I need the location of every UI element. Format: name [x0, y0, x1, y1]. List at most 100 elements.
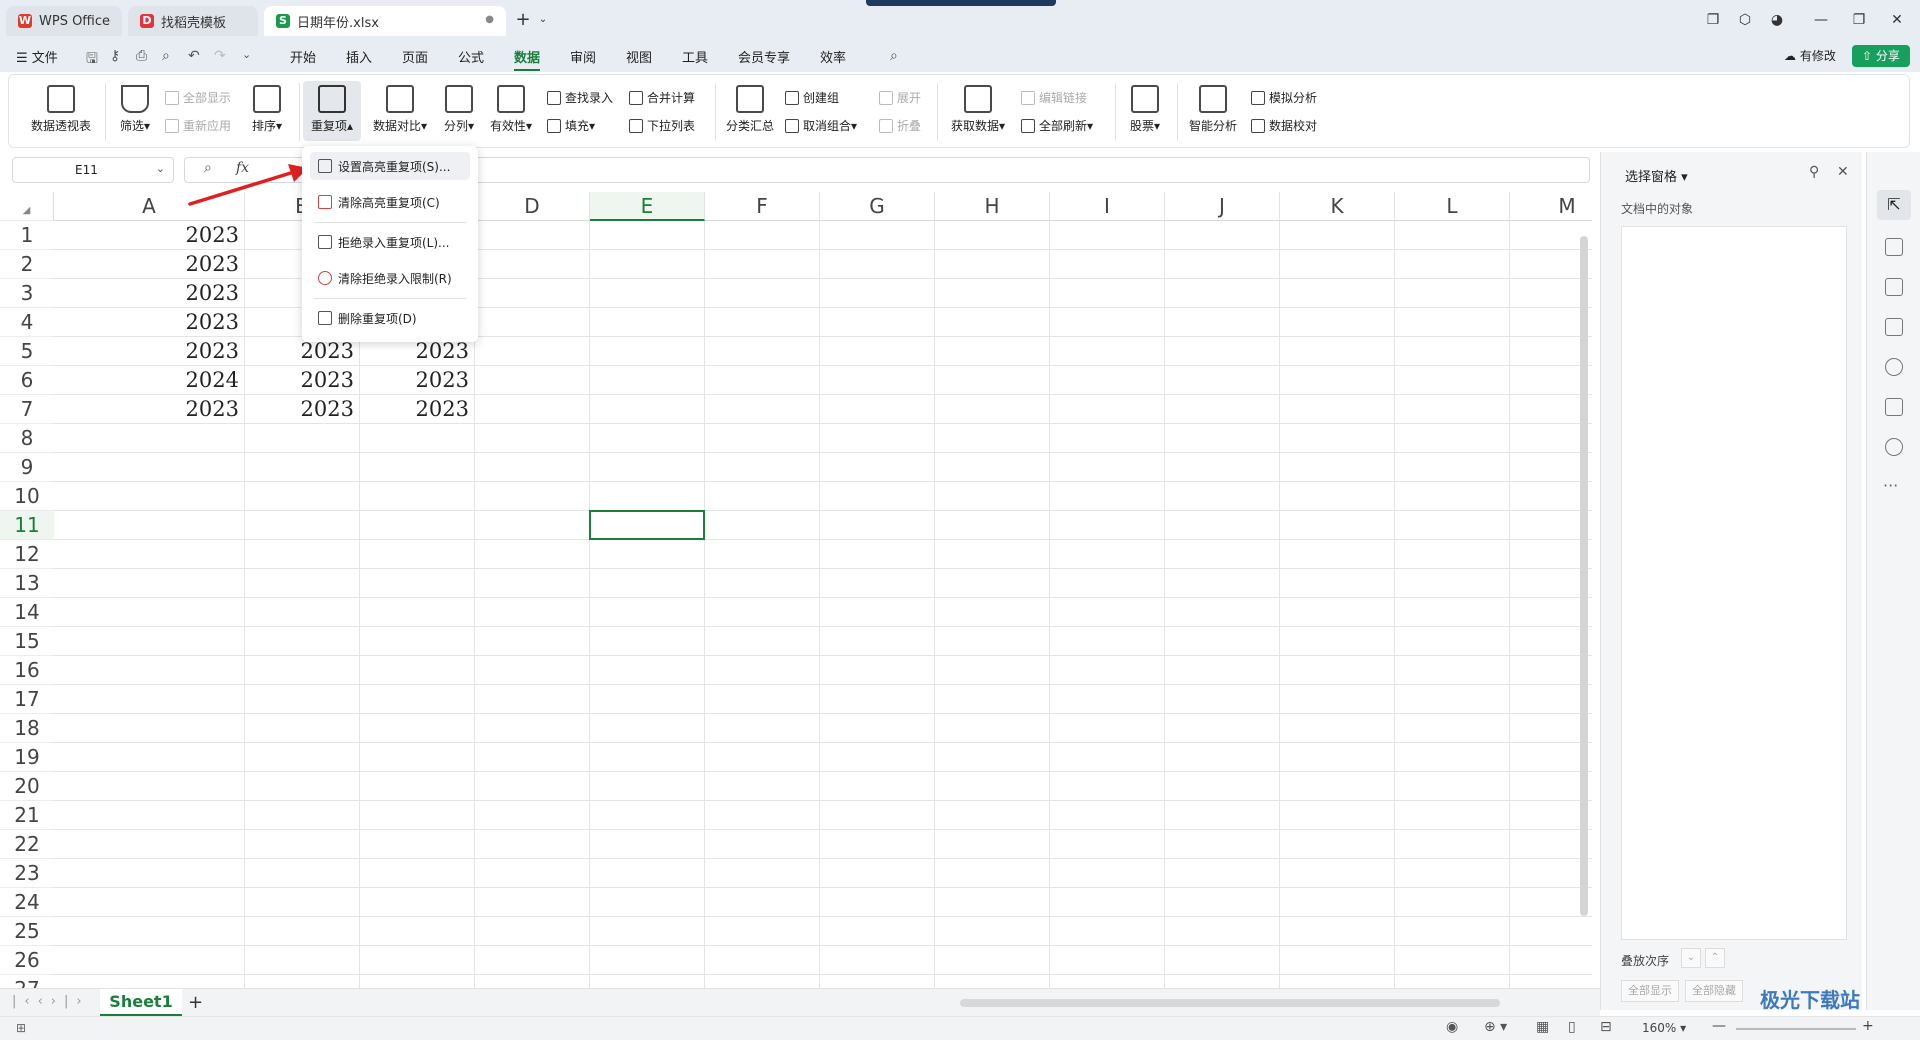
row-header-14[interactable]: 14	[0, 598, 54, 627]
validity-button[interactable]: 有效性▾	[485, 85, 537, 134]
menu-insert[interactable]: 插入	[346, 47, 372, 66]
simulate-analysis-button[interactable]: 模拟分析	[1251, 89, 1317, 106]
row-header-20[interactable]: 20	[0, 772, 54, 801]
menu-member[interactable]: 会员专享	[738, 47, 790, 66]
zoom-slider[interactable]	[1736, 1028, 1856, 1030]
name-box-chevron-icon[interactable]: ⌄	[156, 162, 165, 175]
delete-duplicates-item[interactable]: 删除重复项(D)	[310, 304, 470, 332]
move-up-button[interactable]: ⌃	[1705, 948, 1725, 968]
active-cell-selection[interactable]	[589, 510, 705, 540]
cell-a4[interactable]: 2023	[54, 308, 245, 337]
cell-a2[interactable]: 2023	[54, 250, 245, 279]
reapply-button[interactable]: 重新应用	[165, 117, 231, 134]
tab-list-chevron-icon[interactable]: ⌄	[532, 10, 554, 30]
create-group-button[interactable]: 创建组	[785, 89, 839, 106]
pivot-table-button[interactable]: 数据透视表	[29, 85, 93, 134]
print-icon[interactable]: ⎙	[136, 48, 147, 64]
row-header-12[interactable]: 12	[0, 540, 54, 569]
row-header-26[interactable]: 26	[0, 946, 54, 975]
close-pane-icon[interactable]: ✕	[1837, 164, 1849, 180]
search-icon[interactable]: ⌕	[890, 48, 898, 64]
column-header-i[interactable]: I	[1050, 192, 1165, 221]
row-header-16[interactable]: 16	[0, 656, 54, 685]
cell-a3[interactable]: 2023	[54, 279, 245, 308]
cell-b7[interactable]: 2023	[245, 395, 360, 424]
show-all-button[interactable]: 全部显示	[165, 89, 231, 106]
objects-list[interactable]	[1621, 226, 1847, 940]
add-sheet-button[interactable]: +	[188, 992, 203, 1013]
minimize-icon[interactable]: —	[1810, 10, 1832, 30]
restore-layout-icon[interactable]: ❐	[1702, 10, 1724, 30]
pane-show-all-button[interactable]: 全部显示	[1621, 980, 1679, 1002]
macro-icon[interactable]: ⊞	[16, 1021, 26, 1035]
undo-icon[interactable]: ↶	[188, 48, 200, 64]
row-header-9[interactable]: 9	[0, 453, 54, 482]
smart-analysis-button[interactable]: 智能分析	[1185, 85, 1241, 134]
row-header-23[interactable]: 23	[0, 859, 54, 888]
maximize-icon[interactable]: ❐	[1848, 10, 1870, 30]
refresh-all-button[interactable]: 全部刷新 ▾	[1021, 117, 1093, 134]
more-icon[interactable]: ···	[1883, 476, 1898, 495]
zoom-level[interactable]: 160% ▾	[1642, 1021, 1686, 1035]
vertical-scrollbar[interactable]	[1580, 236, 1588, 916]
row-header-1[interactable]: 1	[0, 221, 54, 250]
tab-wps-office[interactable]: W WPS Office	[6, 6, 122, 36]
filter-button[interactable]: 筛选▾	[115, 85, 155, 134]
zoom-in-icon[interactable]: +	[1862, 1018, 1874, 1034]
close-icon[interactable]: ✕	[1886, 10, 1908, 30]
page-break-icon[interactable]: ⊟	[1600, 1019, 1612, 1035]
row-header-13[interactable]: 13	[0, 569, 54, 598]
select-all-corner[interactable]: ◢	[0, 192, 54, 221]
column-header-d[interactable]: D	[475, 192, 590, 221]
tools-icon[interactable]	[1885, 358, 1903, 376]
select-cursor-icon[interactable]: ⇱	[1877, 190, 1911, 220]
quick-access-more-icon[interactable]: ⌄	[242, 48, 251, 61]
avatar[interactable]: ◕	[1766, 10, 1788, 30]
unsaved-dot-icon[interactable]: ●	[485, 14, 494, 25]
column-header-f[interactable]: F	[705, 192, 820, 221]
column-header-h[interactable]: H	[935, 192, 1050, 221]
cell-c6[interactable]: 2023	[360, 366, 475, 395]
menu-efficiency[interactable]: 效率	[820, 47, 846, 66]
row-header-7[interactable]: 7	[0, 395, 54, 424]
menu-review[interactable]: 审阅	[570, 47, 596, 66]
clear-highlight-duplicates-item[interactable]: 清除高亮重复项(C)	[310, 188, 470, 216]
redo-icon[interactable]: ↷	[214, 48, 226, 64]
tab-workbook[interactable]: S 日期年份.xlsx ●	[264, 6, 506, 36]
row-header-21[interactable]: 21	[0, 801, 54, 830]
selection-pane-title[interactable]: 选择窗格 ▾	[1625, 166, 1688, 185]
row-header-10[interactable]: 10	[0, 482, 54, 511]
row-header-15[interactable]: 15	[0, 627, 54, 656]
edit-links-button[interactable]: 编辑链接	[1021, 89, 1087, 106]
tab-template[interactable]: D 找稻壳模板	[128, 6, 258, 36]
help-icon[interactable]	[1885, 438, 1903, 456]
row-header-22[interactable]: 22	[0, 830, 54, 859]
reject-duplicate-entry-item[interactable]: 拒绝录入重复项(L)...	[310, 228, 470, 256]
column-header-e[interactable]: E	[590, 192, 705, 221]
fill-button[interactable]: 填充 ▾	[547, 117, 595, 134]
row-header-11[interactable]: 11	[0, 511, 54, 540]
sheet-tab-sheet1[interactable]: Sheet1	[100, 989, 182, 1016]
get-data-button[interactable]: 获取数据▾	[945, 85, 1011, 134]
sort-button[interactable]: 排序▾	[247, 85, 287, 134]
merge-calc-button[interactable]: 合并计算	[629, 89, 695, 106]
row-header-17[interactable]: 17	[0, 685, 54, 714]
cell-a7[interactable]: 2023	[54, 395, 245, 424]
new-tab-icon[interactable]: +	[512, 10, 534, 30]
split-column-button[interactable]: 分列▾	[439, 85, 479, 134]
cube-icon[interactable]: ⬡	[1734, 10, 1756, 30]
view-mode-icon[interactable]: ⊕ ▾	[1484, 1019, 1507, 1035]
column-header-m[interactable]: M	[1510, 192, 1592, 221]
row-header-19[interactable]: 19	[0, 743, 54, 772]
share-button[interactable]: ⇧ 分享	[1852, 45, 1910, 67]
data-compare-button[interactable]: 数据对比▾	[367, 85, 433, 134]
eye-protection-icon[interactable]: ◉	[1446, 1019, 1458, 1035]
cell-b6[interactable]: 2023	[245, 366, 360, 395]
menu-data[interactable]: 数据	[514, 47, 541, 71]
column-header-l[interactable]: L	[1395, 192, 1510, 221]
row-header-5[interactable]: 5	[0, 337, 54, 366]
cell-a5[interactable]: 2023	[54, 337, 245, 366]
stocks-button[interactable]: 股票▾	[1123, 85, 1167, 134]
book-icon[interactable]	[1885, 398, 1903, 416]
sheet-nav-arrows-icon[interactable]: |‹‹›|›	[12, 994, 90, 1009]
